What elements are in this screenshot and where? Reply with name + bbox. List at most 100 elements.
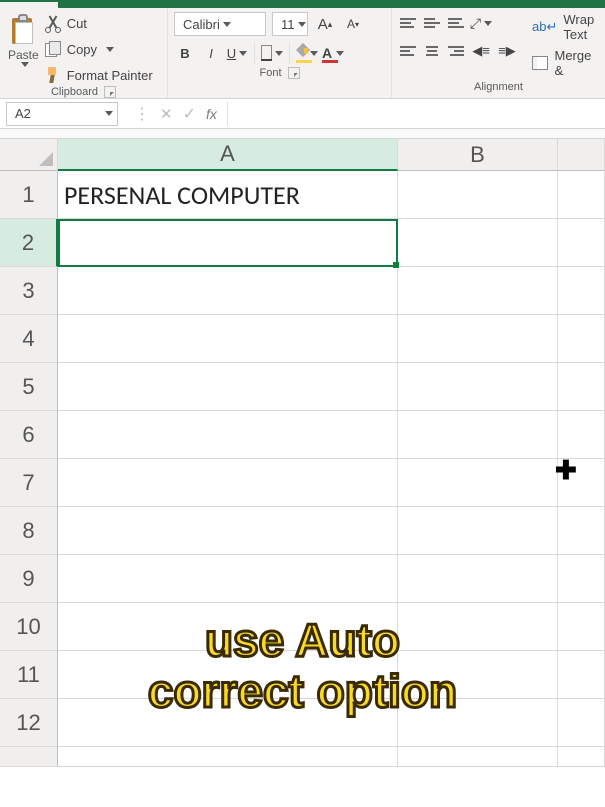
font-color-button[interactable]: A <box>322 42 344 64</box>
select-all-corner[interactable] <box>0 139 58 171</box>
copy-label: Copy <box>67 42 97 57</box>
cell-A7[interactable] <box>58 459 398 507</box>
cell-B4[interactable] <box>398 315 558 363</box>
enter-icon[interactable]: ✓ <box>183 104 196 124</box>
format-painter-button[interactable]: Format Painter <box>45 64 153 86</box>
chevron-down-icon <box>105 111 113 116</box>
cut-label: Cut <box>67 16 87 31</box>
copy-button[interactable]: Copy <box>45 38 153 60</box>
name-box-value: A2 <box>15 106 31 121</box>
font-launcher-icon[interactable] <box>288 67 300 79</box>
paste-button[interactable]: Paste <box>6 12 41 86</box>
border-icon <box>261 45 272 61</box>
cut-button[interactable]: Cut <box>45 12 153 34</box>
scissors-icon <box>45 15 61 31</box>
dots-icon: ⋮ <box>134 104 150 124</box>
merge-icon <box>532 56 548 70</box>
cell-B2[interactable] <box>398 219 558 267</box>
row-header-5[interactable]: 5 <box>0 363 58 411</box>
format-painter-label: Format Painter <box>67 68 153 83</box>
increase-font-button[interactable]: A▴ <box>314 13 336 35</box>
decrease-indent-button[interactable]: ◀≡ <box>470 40 492 62</box>
row-header-6[interactable]: 6 <box>0 411 58 459</box>
row-header-4[interactable]: 4 <box>0 315 58 363</box>
column-header-A[interactable]: A <box>58 139 398 171</box>
fill-color-button[interactable] <box>296 42 318 64</box>
font-name-combo[interactable]: Calibri <box>174 12 266 36</box>
wrap-text-label: Wrap Text <box>563 12 599 42</box>
align-middle-button[interactable] <box>422 14 442 32</box>
cell[interactable] <box>558 315 605 363</box>
row-header-3[interactable]: 3 <box>0 267 58 315</box>
chevron-down-icon <box>223 22 231 27</box>
cell[interactable] <box>558 459 605 507</box>
cell-A8[interactable] <box>58 507 398 555</box>
cell-B8[interactable] <box>398 507 558 555</box>
cell-A3[interactable] <box>58 267 398 315</box>
cell[interactable] <box>558 411 605 459</box>
row-header-2[interactable]: 2 <box>0 219 58 267</box>
cell-B6[interactable] <box>398 411 558 459</box>
paintbrush-icon <box>45 67 61 83</box>
cell-B9[interactable] <box>398 555 558 603</box>
row-header-7[interactable]: 7 <box>0 459 58 507</box>
column-header-B[interactable]: B <box>398 139 558 171</box>
clipboard-launcher-icon[interactable] <box>104 86 116 98</box>
increase-indent-button[interactable]: ≡▶ <box>496 40 518 62</box>
cell-B1[interactable] <box>398 171 558 219</box>
cell[interactable] <box>398 747 558 767</box>
border-button[interactable] <box>261 42 283 64</box>
row-header[interactable] <box>0 747 58 767</box>
ribbon: Paste Cut Copy Format Painte <box>0 8 605 99</box>
row-header-1[interactable]: 1 <box>0 171 58 219</box>
orientation-button[interactable]: ⤢ <box>470 12 492 34</box>
alignment-group-label: Alignment <box>474 81 523 93</box>
cancel-icon[interactable]: ✕ <box>160 105 173 123</box>
cell[interactable] <box>558 507 605 555</box>
caption-overlay: use Auto correct option <box>0 615 605 716</box>
cell-A6[interactable] <box>58 411 398 459</box>
align-bottom-button[interactable] <box>446 14 466 32</box>
underline-button[interactable]: U <box>226 42 248 64</box>
cell-A9[interactable] <box>58 555 398 603</box>
cell[interactable] <box>58 747 398 767</box>
cell-B7[interactable] <box>398 459 558 507</box>
cell[interactable] <box>558 219 605 267</box>
cell-A2[interactable] <box>58 219 398 267</box>
cell[interactable] <box>558 747 605 767</box>
merge-center-button[interactable]: Merge & <box>532 48 599 78</box>
row-header-8[interactable]: 8 <box>0 507 58 555</box>
cell-B3[interactable] <box>398 267 558 315</box>
merge-label: Merge & <box>554 48 599 78</box>
formula-bar: A2 ⋮ ✕ ✓ fx <box>0 99 605 129</box>
cell-A5[interactable] <box>58 363 398 411</box>
decrease-font-button[interactable]: A▾ <box>342 13 364 35</box>
title-bar <box>0 0 605 8</box>
name-box[interactable]: A2 <box>6 102 118 126</box>
cell[interactable] <box>558 171 605 219</box>
caption-line-2: correct option <box>0 666 605 717</box>
cell-A1[interactable]: PERSENAL COMPUTER <box>58 171 398 219</box>
copy-dropdown-icon[interactable] <box>106 47 114 52</box>
row-header-9[interactable]: 9 <box>0 555 58 603</box>
cell[interactable] <box>558 267 605 315</box>
paste-dropdown-icon[interactable] <box>21 62 29 67</box>
align-center-button[interactable] <box>422 42 442 60</box>
align-right-button[interactable] <box>446 42 466 60</box>
font-size-combo[interactable]: 11 <box>272 12 308 36</box>
copy-icon <box>45 41 61 57</box>
caption-line-1: use Auto <box>0 615 605 666</box>
cell[interactable] <box>558 555 605 603</box>
cell[interactable] <box>558 363 605 411</box>
bold-button[interactable]: B <box>174 42 196 64</box>
font-color-icon: A <box>322 45 333 61</box>
cell-A4[interactable] <box>58 315 398 363</box>
align-top-button[interactable] <box>398 14 418 32</box>
italic-button[interactable]: I <box>200 42 222 64</box>
fx-icon[interactable]: fx <box>206 106 217 122</box>
formula-input[interactable] <box>227 102 605 126</box>
cell-B5[interactable] <box>398 363 558 411</box>
column-header[interactable] <box>558 139 605 171</box>
wrap-text-button[interactable]: ab↵ Wrap Text <box>532 12 599 42</box>
align-left-button[interactable] <box>398 42 418 60</box>
